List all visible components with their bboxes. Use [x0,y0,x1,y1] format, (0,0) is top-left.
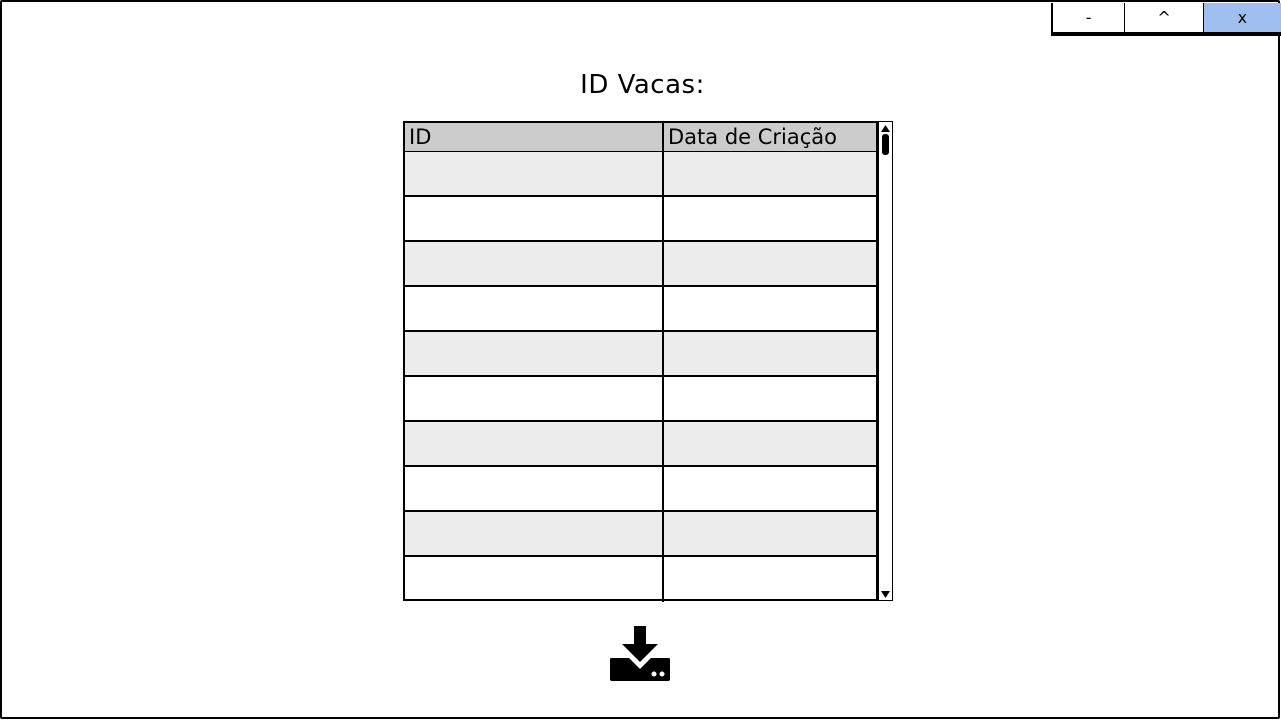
table-row[interactable] [405,377,876,422]
cell-id[interactable] [405,467,664,510]
table-header: ID Data de Criação [405,123,876,152]
table-row[interactable] [405,557,876,602]
scroll-thumb[interactable] [882,134,889,155]
table-scrollbar[interactable] [878,121,893,601]
table-row[interactable] [405,287,876,332]
cell-creation-date[interactable] [664,557,876,602]
table-row[interactable] [405,197,876,242]
cell-id[interactable] [405,512,664,555]
page-title: ID Vacas: [580,70,705,100]
cell-id[interactable] [405,197,664,240]
table-row[interactable] [405,242,876,287]
close-button[interactable]: x [1203,3,1281,32]
column-header-id[interactable]: ID [405,123,664,151]
cell-creation-date[interactable] [664,377,876,420]
minimize-button[interactable]: - [1053,3,1126,32]
cell-id[interactable] [405,422,664,465]
window-controls: - ^ x [1051,3,1281,34]
cell-creation-date[interactable] [664,152,876,195]
table-row[interactable] [405,332,876,377]
column-header-creation-date[interactable]: Data de Criação [664,123,876,151]
table-row[interactable] [405,422,876,467]
download-icon [610,626,670,681]
cell-id[interactable] [405,152,664,195]
cell-creation-date[interactable] [664,242,876,285]
cell-creation-date[interactable] [664,422,876,465]
table-body [405,152,876,602]
cell-creation-date[interactable] [664,467,876,510]
cell-id[interactable] [405,377,664,420]
cell-id[interactable] [405,242,664,285]
table-row[interactable] [405,152,876,197]
cow-id-table: ID Data de Criação [403,121,878,602]
maximize-button[interactable]: ^ [1125,3,1204,32]
download-button[interactable] [609,625,671,683]
cell-id[interactable] [405,287,664,330]
scroll-down-arrow-icon[interactable] [880,589,890,599]
table-row[interactable] [405,467,876,512]
cell-id[interactable] [405,557,664,602]
table-row[interactable] [405,512,876,557]
cell-creation-date[interactable] [664,197,876,240]
cell-creation-date[interactable] [664,332,876,375]
cell-creation-date[interactable] [664,287,876,330]
cell-creation-date[interactable] [664,512,876,555]
scroll-up-arrow-icon[interactable] [880,123,890,133]
cell-id[interactable] [405,332,664,375]
